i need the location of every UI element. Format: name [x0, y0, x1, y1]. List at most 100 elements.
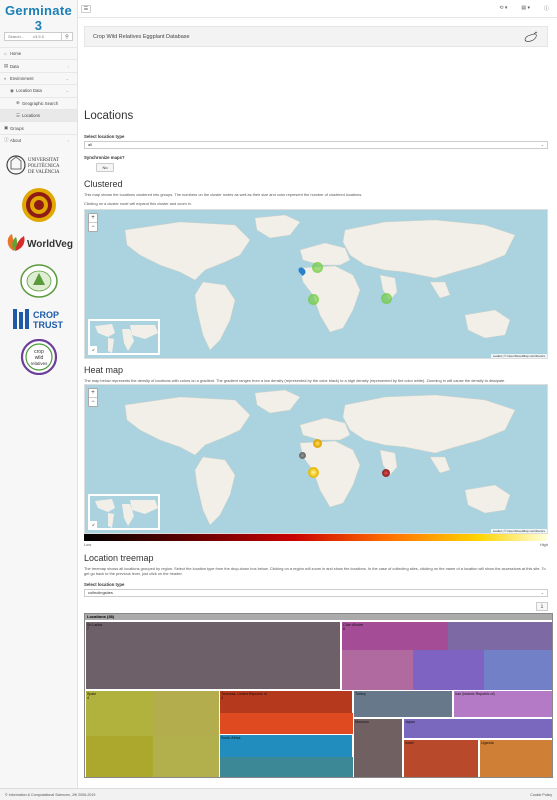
heat-spot	[308, 467, 319, 478]
treemap-header[interactable]: Locations (38)	[85, 614, 552, 620]
treemap-type-value: collectingsites	[88, 590, 113, 595]
treemap-cell-sri-lanka[interactable]: Sri Lanka 7	[85, 621, 341, 690]
croptrust-line-2: TRUST	[33, 320, 63, 330]
sidebar-item-about[interactable]: ⓘ About ‹	[0, 133, 77, 146]
upv-line-2: POLITÈCNICA	[28, 163, 60, 169]
zoom-control: + −	[88, 388, 98, 407]
sync-maps-button[interactable]: No	[96, 163, 114, 172]
legend-low-label: Low	[84, 542, 92, 547]
treemap-cell-label: Sri Lanka 7	[87, 622, 103, 631]
zoom-out-button[interactable]: −	[89, 398, 97, 407]
heatmap-legend-gradient	[84, 534, 548, 541]
mini-map-land	[95, 324, 158, 353]
zoom-in-button[interactable]: +	[89, 214, 97, 223]
zoom-in-button[interactable]: +	[89, 389, 97, 398]
search-icon[interactable]: ⚲	[61, 33, 72, 40]
treemap-cell-israel[interactable]: Israel	[403, 739, 479, 777]
heat-spot	[313, 439, 322, 448]
caret-down-icon: ⌄	[540, 142, 544, 147]
treemap-cell-south-africa[interactable]: South Africa	[219, 734, 354, 777]
sidebar-item-groups[interactable]: ▣ Groups	[0, 121, 77, 133]
cookie-policy-link[interactable]: Cookie Policy	[530, 793, 552, 797]
top-bar: ☰ ⟲ ▾ ▤ ▾ ⓘ	[78, 0, 557, 18]
heat-spot	[382, 469, 390, 477]
upv-line-1: UNIVERSITAT	[28, 158, 59, 163]
footer-copyright: © Information & Computational Sciences, …	[5, 792, 96, 797]
treemap-cell-japan[interactable]: Japan	[403, 718, 552, 739]
treemap-type-label: Select location type	[84, 582, 125, 587]
document-icon[interactable]: ▤ ▾	[521, 5, 530, 12]
heat-map[interactable]: + − ↙ Leaflet | © OpenStreetMap contribu…	[84, 384, 548, 534]
sidebar-item-label: Environment	[10, 75, 34, 81]
top-bar-icons: ⟲ ▾ ▤ ▾ ⓘ	[499, 5, 549, 12]
sidebar-item-label: Groups	[10, 125, 24, 131]
treemap-cell-morocco[interactable]: Morocco	[353, 718, 403, 777]
treemap-description: The treemap shows all locations grouped …	[84, 566, 546, 577]
treemap-cell-cote-divoire[interactable]: Côte d'Ivoire 6	[341, 621, 552, 691]
treemap-cell-label: Spain 4	[87, 691, 97, 700]
treemap-cell-label: Iran (Islamic Republic of)	[455, 691, 495, 696]
sidebar-item-label: Home	[10, 51, 22, 57]
download-icon[interactable]: ⤓	[536, 602, 548, 611]
seal-logo[interactable]	[0, 186, 77, 224]
minimap-toggle-icon[interactable]: ↙	[90, 521, 97, 528]
treemap-cell-spain[interactable]: Spain 4	[85, 690, 220, 777]
app-title: Germinate 3	[4, 3, 72, 33]
cluster-map[interactable]: + − ↙ Leaflet | © OpenStreetMap contribu…	[84, 209, 548, 359]
treemap-cell-label: South Africa	[221, 735, 241, 740]
treemap-cell-tanzania[interactable]: Tanzania, United Republic of 4	[219, 690, 354, 735]
location-type-value: all	[88, 142, 93, 147]
ufhb-logo[interactable]	[0, 262, 77, 300]
treemap-title: Location treemap	[84, 553, 154, 563]
database-banner: Crop Wild Relatives Eggplant Database	[84, 26, 548, 47]
minimap-toggle-icon[interactable]: ↙	[90, 346, 97, 353]
map-attribution: Leaflet | © OpenStreetMap contributors	[490, 354, 547, 358]
upv-logo[interactable]: UNIVERSITAT POLITÈCNICA DE VALÈNCIA	[0, 148, 77, 186]
treemap-cell-label: Uganda	[481, 740, 494, 745]
zoom-out-button[interactable]: −	[89, 223, 97, 232]
menu-toggle-icon[interactable]: ☰	[81, 5, 91, 13]
location-treemap[interactable]: Locations (38) Sri Lanka 7 Côte d'Ivoire 6…	[84, 613, 553, 778]
chevron-down-icon: ⌄	[65, 88, 69, 94]
sidebar-item-label: Locations	[22, 113, 40, 119]
cluster-node[interactable]	[308, 294, 319, 305]
help-icon[interactable]: ⓘ	[544, 5, 549, 12]
location-type-label: Select location type	[84, 134, 125, 139]
cwr-line-3: relatives	[30, 361, 48, 366]
worldveg-logo[interactable]: WorldVeg	[0, 224, 77, 262]
sidebar-item-label: Location Data	[16, 88, 42, 94]
search-box: ⚲	[4, 32, 73, 41]
treemap-cell-iran[interactable]: Iran (Islamic Republic of)	[453, 690, 552, 718]
search-input[interactable]	[5, 33, 61, 40]
caret-down-icon: ⌄	[540, 590, 544, 595]
mini-map-land	[95, 499, 158, 528]
clustered-title: Clustered	[84, 179, 123, 189]
treemap-cell-label: Turkey	[355, 691, 366, 696]
database-title: Crop Wild Relatives Eggplant Database	[93, 33, 190, 40]
sidebar-item-location-data[interactable]: ◉ Location Data ⌄	[0, 84, 77, 96]
cwr-logo[interactable]: crop wild relatives	[0, 338, 77, 376]
footer: © Information & Computational Sciences, …	[0, 788, 557, 800]
sidebar-item-geographic-search[interactable]: ⊕ Geographic Search	[0, 96, 77, 109]
treemap-cell-uganda[interactable]: Uganda	[479, 739, 552, 777]
cluster-node[interactable]	[381, 293, 392, 304]
map-attribution: Leaflet | © OpenStreetMap contributors	[490, 529, 547, 533]
treemap-cell-label: Côte d'Ivoire 6	[343, 622, 364, 631]
croptrust-logo[interactable]: CROP TRUST	[0, 300, 77, 338]
share-icon[interactable]: ⟲ ▾	[499, 5, 507, 12]
sidebar-item-home[interactable]: ⌂ Home	[0, 47, 77, 59]
mini-map[interactable]: ↙	[88, 319, 160, 355]
app-logo[interactable]: Germinate 3 v3.5.0	[0, 0, 77, 39]
eggplant-icon	[524, 31, 538, 42]
sidebar-item-environment[interactable]: ◐ Environment ⌄	[0, 71, 77, 84]
chevron-left-icon: ‹	[67, 137, 69, 143]
sidebar-item-data[interactable]: ▤ Data ‹	[0, 59, 77, 71]
treemap-type-select[interactable]: collectingsites ⌄	[84, 589, 548, 597]
cluster-node[interactable]	[312, 262, 323, 273]
location-type-select[interactable]: all ⌄	[84, 141, 548, 149]
mini-map[interactable]: ↙	[88, 494, 160, 530]
chevron-down-icon: ⌄	[65, 75, 69, 81]
sidebar-item-locations[interactable]: ☰ Locations	[0, 108, 77, 122]
treemap-cell-turkey[interactable]: Turkey	[353, 690, 453, 718]
heat-spot	[299, 452, 306, 459]
